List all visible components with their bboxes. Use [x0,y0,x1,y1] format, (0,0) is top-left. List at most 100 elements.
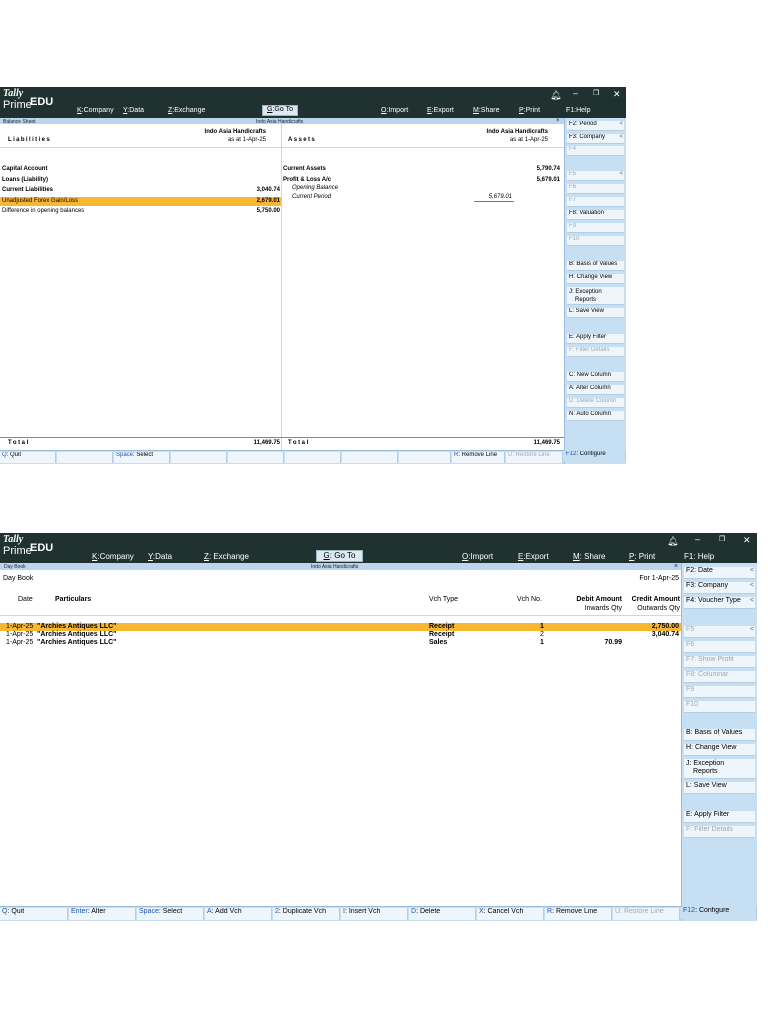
voucher-type-button[interactable]: F4: Voucher Type < [684,597,755,609]
show-profit-button[interactable]: F7: Show Profit [684,656,755,668]
report-subtitle-bar: Balance Sheet Indo Asia Handicrafts × [0,118,564,125]
close-report-icon[interactable]: × [556,118,560,124]
menu-print[interactable]: P: Print [629,552,655,561]
f9-button[interactable]: F9 [684,686,755,698]
filter-details-button[interactable]: F: Filter Details [567,347,624,357]
change-view-button[interactable]: H: Change View [684,744,755,756]
menu-export[interactable]: E:Export [427,107,454,114]
empty-slot [171,452,227,463]
menu-company[interactable]: K:Company [77,107,114,114]
quit-button[interactable]: Q: Quit [0,452,56,463]
auto-column-button[interactable]: N: Auto Column [567,411,624,421]
restore-icon[interactable]: ❐ [719,535,725,543]
f7-button[interactable]: F7 [567,197,624,207]
delete-button[interactable]: D: Delete [409,908,476,920]
close-icon[interactable]: ✕ [613,89,621,100]
date-button[interactable]: F2: Date < [684,567,755,579]
close-report-icon[interactable]: × [674,563,678,570]
configure-button[interactable]: F12: Configure [681,907,757,919]
select-button[interactable]: Space: Select [114,452,170,463]
col-credit-header: Credit Amount [631,596,680,603]
remove-line-button[interactable]: R: Remove Line [545,908,612,920]
tally-prime-logo: Tally Prime EDU [3,89,53,111]
liabilities-total-amount: 11,469.75 [253,440,280,446]
minimize-icon[interactable]: – [573,88,578,98]
menu-import[interactable]: O:Import [462,552,493,561]
f6-button[interactable]: F6 [567,184,624,194]
company-button[interactable]: F3: Company < [567,134,624,144]
configure-button[interactable]: F12: Configure [564,451,626,462]
current-assets-amount: 5,790.74 [536,166,560,172]
asset-row-opening-balance[interactable]: Opening Balance [292,185,338,191]
alter-column-button[interactable]: A: Alter Column [567,385,624,395]
menu-import[interactable]: O:Import [381,107,408,114]
f10-button[interactable]: F10 [684,701,755,713]
menu-company[interactable]: K:Company [92,552,134,561]
goto-button[interactable]: G:Go To [262,105,298,116]
exception-reports-button[interactable]: J: Exception Reports [684,759,755,779]
bell-icon[interactable]: 🔔︎ [667,536,678,547]
duplicate-vch-button[interactable]: 2: Duplicate Vch [273,908,340,920]
chevron-left-icon: < [749,567,754,574]
menu-share[interactable]: M:Share [473,107,499,114]
f4-button[interactable]: F4 [567,146,624,156]
alter-button[interactable]: Enter: Alter [69,908,136,920]
apply-filter-button[interactable]: E: Apply Filter [567,334,624,344]
basis-of-values-button[interactable]: B: Basis of Values [567,261,624,271]
restore-line-button[interactable]: U: Restore Line [613,908,680,920]
change-view-button[interactable]: H: Change View [567,274,624,284]
menu-data[interactable]: Y:Data [123,107,144,114]
save-view-button[interactable]: L: Save View [567,308,624,318]
f5-button[interactable]: F5 < [684,626,755,638]
asset-row-current-assets[interactable]: Current Assets [283,166,326,172]
asset-row-current-period[interactable]: Current Period [292,194,331,200]
company-button[interactable]: F3: Company < [684,582,755,594]
select-button[interactable]: Space: Select [137,908,204,920]
col-vch-no-header: Vch No. [517,596,542,603]
save-view-button[interactable]: L: Save View [684,782,755,794]
menu-help[interactable]: F1:Help [566,107,591,114]
menu-data[interactable]: Y:Data [148,552,172,561]
balance-sheet-window: Tally Prime EDU K:Company Y:Data Z:Excha… [0,87,626,464]
goto-button[interactable]: G: Go To [316,550,363,562]
liability-row-unadjusted-forex[interactable]: Unadjusted Forex Gain/Loss [2,198,78,204]
add-vch-button[interactable]: A: Add Vch [205,908,272,920]
filter-details-button[interactable]: F: Filter Details [684,826,755,838]
f5-button[interactable]: F5 < [567,171,624,181]
restore-line-button[interactable]: U: Restore Line [506,452,563,463]
menu-exchange[interactable]: Z: Exchange [204,552,249,561]
f6-button[interactable]: F6 [684,641,755,653]
liability-row-current-liabilities[interactable]: Current Liabilities [2,187,53,193]
columnar-button[interactable]: F8: Columnar [684,671,755,683]
close-icon[interactable]: ✕ [743,535,751,546]
period-button[interactable]: F2: Period < [567,121,624,131]
menu-print[interactable]: P:Print [519,107,540,114]
liability-row-capital-account[interactable]: Capital Account [2,166,47,172]
delete-column-button[interactable]: D: Delete Column [567,398,624,408]
menu-export[interactable]: E:Export [518,552,549,561]
f9-button[interactable]: F9 [567,223,624,233]
liability-row-loans[interactable]: Loans (Liability) [2,177,48,183]
menu-share[interactable]: M: Share [573,552,605,561]
restore-icon[interactable]: ❐ [593,89,599,97]
menu-help[interactable]: F1: Help [684,552,714,561]
menu-exchange[interactable]: Z:Exchange [168,107,205,114]
quit-button[interactable]: Q: Quit [0,908,68,920]
new-column-button[interactable]: C: New Column [567,372,624,382]
liabilities-company: Indo Asia Handicrafts [204,129,266,135]
apply-filter-button[interactable]: E: Apply Filter [684,811,755,823]
insert-vch-button[interactable]: I: Insert Vch [341,908,408,920]
bell-icon[interactable]: 🔔︎ [550,90,561,101]
valuation-button[interactable]: F8: Valuation [567,210,624,220]
difference-opening-amount: 5,750.00 [256,208,280,214]
report-subtitle-bar: Day Book Indo Asia Handicrafts × [0,563,681,570]
asset-row-profit-loss[interactable]: Profit & Loss A/c [283,177,331,183]
exception-reports-button[interactable]: J: Exception Reports [567,287,624,305]
cancel-vch-button[interactable]: X: Cancel Vch [477,908,544,920]
remove-line-button[interactable]: R: Remove Line [452,452,505,463]
liability-row-difference-opening[interactable]: Difference in opening balances [2,208,84,214]
minimize-icon[interactable]: – [695,534,700,544]
f10-button[interactable]: F10 [567,236,624,246]
row-date: 1-Apr-25 [6,623,34,630]
basis-of-values-button[interactable]: B: Basis of Values [684,729,755,741]
